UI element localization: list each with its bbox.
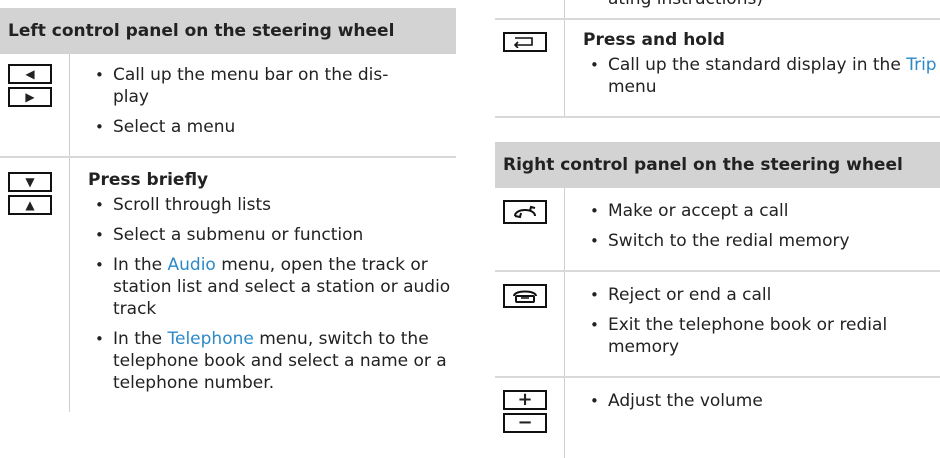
list-item: Select a submenu or function [88,224,456,246]
right-row-back-key [495,20,565,116]
list-item: In the Audio menu, open the track or sta… [88,254,456,320]
minus-icon: − [503,413,547,433]
item-prefix: Call up the standard display in the [608,55,907,75]
down-triangle-icon: ▼ [8,172,52,192]
audio-menu-link[interactable]: Audio [168,255,216,275]
press-and-hold-heading: Press and hold [583,30,725,50]
item-prefix: In the [113,329,168,349]
list-item: Make or accept a call [583,200,940,222]
right-row-accept-key [495,188,565,270]
left-panel-table: Left control panel on the steering wheel… [0,0,456,412]
right-row-reject-call: Reject or end a call Exit the telephone … [495,272,940,378]
list-item: Call up the standard display in the Trip… [583,54,940,98]
right-row-volume-text: Adjust the volume [565,378,940,458]
plus-icon: + [503,390,547,410]
list-item: Call up the menu bar on the dis- play [88,64,456,108]
left-row-scroll: ▼ ▲ Press briefly Scroll through lists S… [0,158,456,412]
up-triangle-icon: ▲ [8,195,52,215]
fragment-key-cell [495,0,565,18]
left-triangle-icon: ◀ [8,64,52,84]
right-triangle-icon: ▶ [8,87,52,107]
left-row-scroll-text: Press briefly Scroll through lists Selec… [70,158,456,412]
right-row-back-text: Press and hold Call up the standard disp… [565,20,940,116]
phone-accept-icon [503,200,547,224]
left-row-menu-bar: ◀ ▶ Call up the menu bar on the dis- pla… [0,54,456,158]
phone-hangup-icon [503,284,547,308]
right-row-reject-text: Reject or end a call Exit the telephone … [565,272,940,376]
list-item: In the Telephone menu, switch to the tel… [88,328,456,394]
list-item: Exit the telephone book or redial memory [583,314,940,358]
right-row-back: Press and hold Call up the standard disp… [495,20,940,118]
list-item: Scroll through lists [88,194,456,216]
right-row-volume-keys: + − [495,378,565,458]
right-panel-table: ating instructions) Press and hold Call … [495,0,940,458]
right-panel-header: Right control panel on the steering whee… [495,142,940,188]
left-row-menu-bar-text: Call up the menu bar on the dis- play Se… [70,54,456,156]
list-item: Select a menu [88,116,456,138]
right-row-accept-call: Make or accept a call Switch to the redi… [495,188,940,272]
right-fragment-row: ating instructions) [495,0,940,20]
left-row-scroll-keys: ▼ ▲ [0,158,70,412]
left-panel-header: Left control panel on the steering wheel [0,8,456,54]
fragment-text: ating instructions) [565,0,940,18]
item-prefix: In the [113,255,168,275]
right-row-volume: + − Adjust the volume [495,378,940,458]
list-item: Adjust the volume [583,390,940,412]
telephone-menu-link[interactable]: Telephone [168,329,254,349]
left-row-menu-bar-keys: ◀ ▶ [0,54,70,156]
back-arrow-icon [503,32,547,52]
list-item: Reject or end a call [583,284,940,306]
right-row-reject-key [495,272,565,376]
press-briefly-heading: Press briefly [88,170,209,190]
item-suffix: menu [608,77,657,97]
trip-menu-link[interactable]: Trip [906,55,936,75]
right-row-accept-text: Make or accept a call Switch to the redi… [565,188,940,270]
list-item: Switch to the redial memory [583,230,940,252]
